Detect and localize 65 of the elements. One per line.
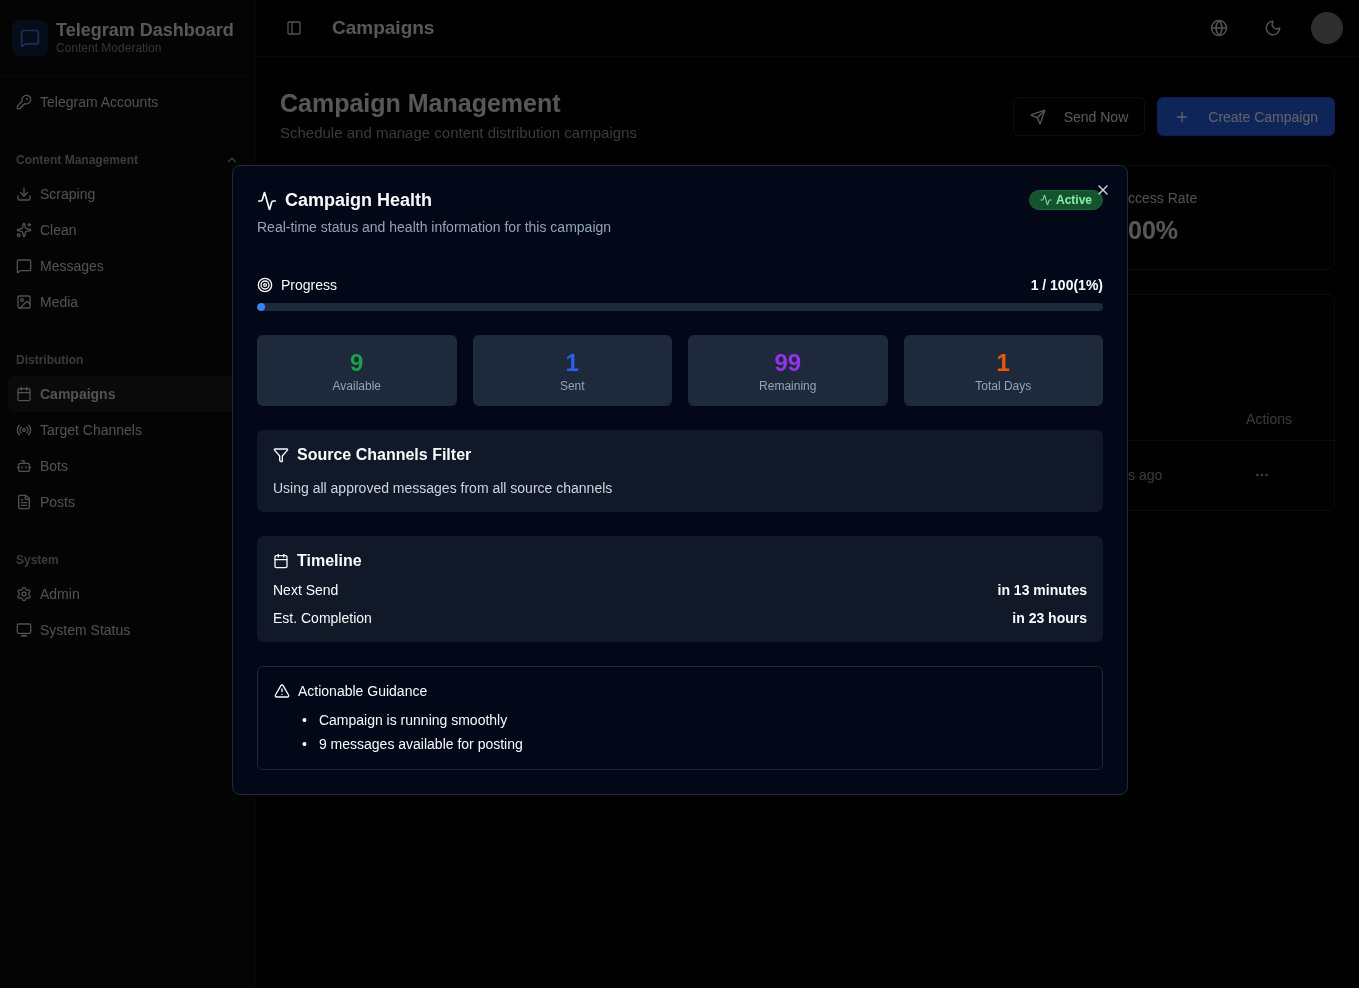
- robot-icon: [16, 458, 32, 474]
- sidebar-item[interactable]: Scraping: [8, 176, 247, 212]
- sidebar-item[interactable]: Telegram Accounts: [8, 84, 247, 120]
- guidance-item: 9 messages available for posting: [318, 735, 523, 753]
- stat-value: 00%: [1128, 216, 1180, 245]
- document-icon: [16, 494, 32, 510]
- timeline-label: Next Send: [273, 582, 339, 598]
- panel-title: Source Channels Filter: [297, 446, 472, 464]
- send-button[interactable]: Send Now: [1012, 97, 1146, 136]
- table-cell: s ago: [1128, 467, 1163, 483]
- dialog-title: Campaign Health: [285, 190, 433, 211]
- sidebar-item[interactable]: Messages: [8, 248, 247, 284]
- bullet: •: [302, 735, 307, 753]
- timeline-label: Est. Completion: [273, 610, 372, 626]
- filter-text: Using all approved messages from all source channels: [273, 480, 614, 496]
- header-title: Campaigns: [332, 17, 436, 39]
- page-title: Campaign Management: [280, 89, 562, 118]
- panel-title: Actionable Guidance: [298, 683, 428, 699]
- send-icon: [1029, 108, 1046, 125]
- settings-icon: [16, 586, 32, 602]
- chat-bubble-icon: [16, 258, 32, 274]
- sidebar-item[interactable]: System Status: [8, 612, 247, 648]
- calendar-icon: [273, 553, 289, 569]
- stat-label: Total Days: [975, 378, 1032, 393]
- column-header: Actions: [1246, 410, 1292, 427]
- progress-label: Progress: [281, 277, 338, 293]
- download-icon: [16, 186, 32, 202]
- progress-reading: 1 / 100(1%): [1030, 277, 1103, 293]
- filter-icon: [273, 447, 289, 463]
- stat-label: Remaining: [759, 378, 817, 393]
- stat-value: 9: [350, 348, 364, 377]
- monitor-icon: [16, 622, 32, 638]
- key-icon: [16, 94, 32, 110]
- stat-label: Sent: [559, 378, 585, 393]
- sparkle-icon: [16, 222, 32, 238]
- stat-value: 99: [774, 348, 802, 377]
- broadcast-icon: [16, 422, 32, 438]
- sidebar-item[interactable]: Target Channels: [8, 412, 247, 448]
- timeline-value: in 23 hours: [1012, 610, 1087, 626]
- panel-title: Timeline: [297, 552, 362, 570]
- status-badge: Active: [1028, 190, 1103, 210]
- sidebar-item[interactable]: Admin: [8, 576, 247, 612]
- calendar-icon: [16, 386, 32, 402]
- guidance-item: Campaign is running smoothly: [318, 711, 508, 729]
- logo-icon: [12, 19, 48, 56]
- stat-value: 1: [996, 348, 1010, 377]
- bullet: •: [302, 711, 307, 729]
- stat-label: ccess Rate: [1128, 190, 1199, 206]
- create-button[interactable]: Create Campaign: [1157, 97, 1335, 136]
- sidebar-item[interactable]: Posts: [8, 484, 247, 520]
- page-subtitle: Schedule and manage content distribution campaigns: [280, 124, 637, 141]
- pulse-icon: [257, 190, 277, 211]
- warning-icon: [274, 683, 290, 699]
- sidebar-item[interactable]: Clean: [8, 212, 247, 248]
- pulse-icon: [1039, 194, 1052, 206]
- timeline-value: in 13 minutes: [997, 582, 1087, 598]
- app-title: Telegram Dashboard: [56, 20, 234, 41]
- avatar[interactable]: [1311, 12, 1343, 44]
- stat-value: 1: [565, 348, 579, 377]
- dialog-description: Real-time status and health information for this campaign: [257, 219, 612, 235]
- sidebar-item[interactable]: Bots: [8, 448, 247, 484]
- stat-label: Available: [332, 378, 381, 393]
- image-icon: [16, 294, 32, 310]
- sidebar-item[interactable]: Media: [8, 284, 247, 320]
- target-icon: [257, 277, 273, 293]
